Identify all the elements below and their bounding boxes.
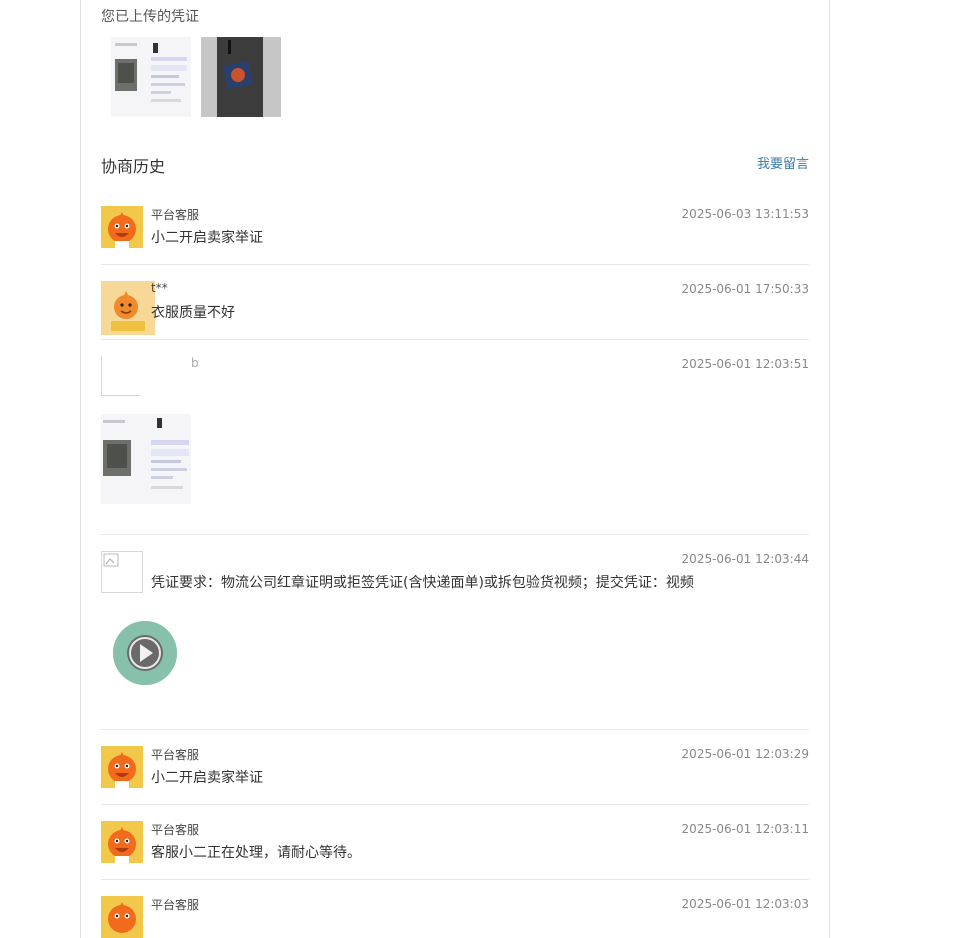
mascot-avatar-icon [101,896,143,938]
broken-avatar-icon [101,551,143,593]
entry-time: 2025-06-01 12:03:11 [681,822,809,836]
negotiation-panel: 您已上传的凭证 协商历史 我要留言 平台客服 2025-06-03 13:11:… [80,0,830,938]
mascot-avatar-icon [101,206,143,248]
entry-time: 2025-06-01 17:50:33 [681,282,809,296]
entry-message: 小二开启卖家举证 [151,770,263,786]
evidence-thumbnail-screenshot[interactable] [111,37,191,117]
history-entry: b 2025-06-01 12:03:51 [101,356,809,535]
user-avatar-icon [101,281,155,335]
leave-message-link[interactable]: 我要留言 [757,153,809,172]
entry-time: 2025-06-01 12:03:03 [681,897,809,911]
entry-author: b [191,356,199,370]
broken-avatar-icon [101,356,141,396]
entry-author: 平台客服 [151,898,200,912]
entry-time: 2025-06-01 12:03:29 [681,747,809,761]
entry-time: 2025-06-01 12:03:51 [681,357,809,371]
uploaded-evidence-title: 您已上传的凭证 [101,9,199,25]
entry-time: 2025-06-03 13:11:53 [681,207,809,221]
history-entry: 平台客服 2025-06-01 12:03:29 小二开启卖家举证 [101,746,809,805]
history-entry: 2025-06-01 12:03:44 凭证要求：物流公司红章证明或拒签凭证(含… [101,551,809,730]
entry-message: 凭证要求：物流公司红章证明或拒签凭证(含快递面单)或拆包验货视频；提交凭证：视频 [151,575,694,591]
history-entry: t** 2025-06-01 17:50:33 衣服质量不好 [101,281,809,340]
history-entry: 平台客服 2025-06-01 12:03:11 客服小二正在处理，请耐心等待。 [101,821,809,880]
entry-author: 平台客服 [151,823,200,837]
evidence-thumbnail-photo[interactable] [201,37,281,117]
entry-message: 客服小二正在处理，请耐心等待。 [151,845,361,861]
entry-author: 平台客服 [151,208,200,222]
mascot-avatar-icon [101,746,143,788]
attached-evidence-thumbnail[interactable] [101,414,191,504]
entry-author: 平台客服 [151,748,200,762]
history-entry: 平台客服 2025-06-01 12:03:03 [101,896,809,938]
history-entry: 平台客服 2025-06-03 13:11:53 小二开启卖家举证 [101,206,809,265]
entry-message: 小二开启卖家举证 [151,230,263,246]
entry-message: 衣服质量不好 [151,305,235,321]
mascot-avatar-icon [101,821,143,863]
play-icon [113,621,177,685]
negotiation-history-title: 协商历史 [101,157,166,176]
entry-author: t** [151,281,168,295]
video-play-button[interactable] [113,621,177,685]
entry-time: 2025-06-01 12:03:44 [681,552,809,566]
